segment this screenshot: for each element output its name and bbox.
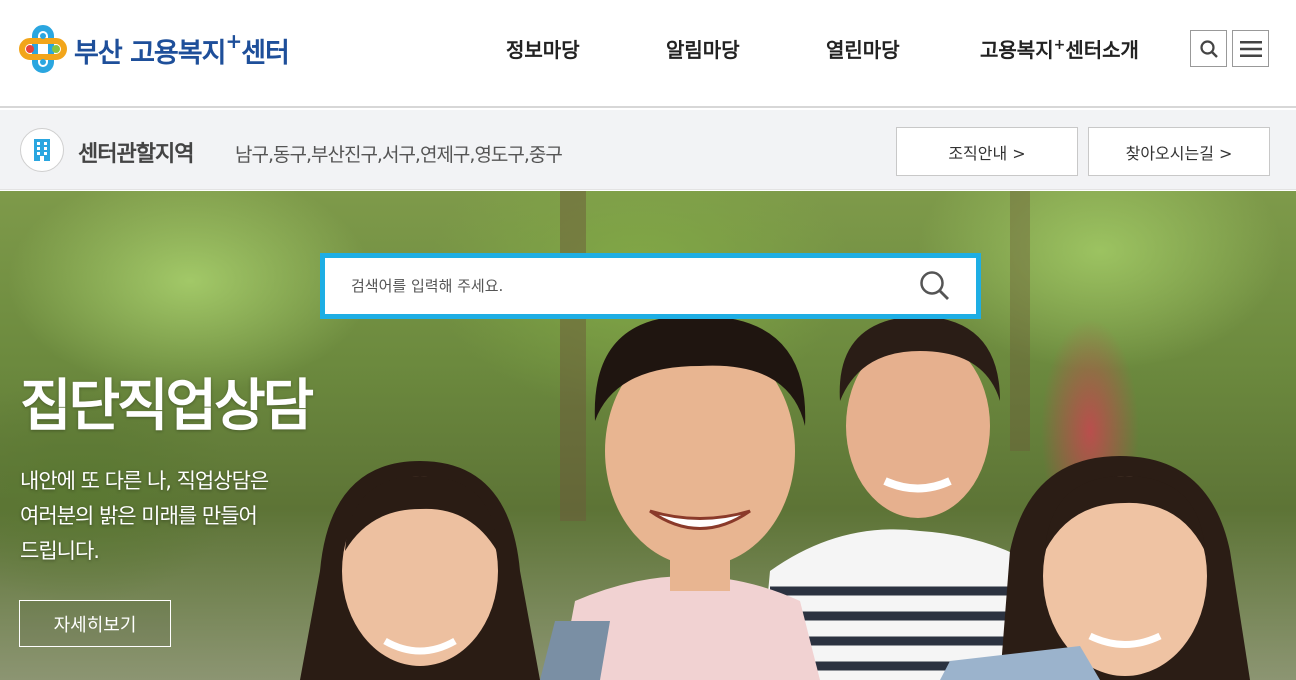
hamburger-menu-icon <box>1239 40 1262 57</box>
search-input[interactable] <box>351 272 891 300</box>
logo-text-main: 부산 고용복지 <box>74 37 226 69</box>
organization-button[interactable]: 조직안내 > <box>896 127 1078 176</box>
nav-item-center-intro-label: 고용복지 <box>980 38 1054 62</box>
logo-cross-icon <box>18 24 68 74</box>
hero-detail-button[interactable]: 자세히보기 <box>19 600 171 647</box>
nav-item-notice[interactable]: 알림마당 <box>666 34 740 63</box>
logo-text-plus: + <box>225 28 242 53</box>
nav-item-center-intro-plus: + <box>1053 37 1066 53</box>
hero-banner: 집단직업상담 내안에 또 다른 나, 직업상담은 여러분의 밝은 미래를 만들어… <box>0 191 1296 680</box>
center-area-title: 센터관할지역 <box>78 142 194 167</box>
hero-description-line: 여러분의 밝은 미래를 만들어 <box>20 504 258 528</box>
site-logo[interactable]: 부산 고용복지+센터 <box>18 24 290 74</box>
hero-description-line: 내안에 또 다른 나, 직업상담은 <box>20 469 269 493</box>
directions-button[interactable]: 찾아오시는길 > <box>1088 127 1270 176</box>
building-icon <box>20 128 64 172</box>
site-header: 부산 고용복지+센터 정보마당 알림마당 열린마당 고용복지+센터소개 <box>0 0 1296 108</box>
header-menu-button[interactable] <box>1232 30 1269 67</box>
hero-description-line: 드립니다. <box>20 539 100 563</box>
main-search-box <box>320 253 981 319</box>
search-submit-button[interactable] <box>918 269 952 303</box>
nav-item-info[interactable]: 정보마당 <box>506 34 580 63</box>
hero-title: 집단직업상담 <box>20 374 314 439</box>
search-icon <box>920 271 949 300</box>
nav-item-center-intro-tail: 센터소개 <box>1065 38 1139 62</box>
center-area-bar: 센터관할지역 남구,동구,부산진구,서구,연제구,영도구,중구 조직안내 > 찾… <box>0 110 1296 190</box>
search-icon <box>1199 39 1218 58</box>
logo-text-tail: 센터 <box>241 37 290 69</box>
header-search-button[interactable] <box>1190 30 1227 67</box>
nav-item-center-intro[interactable]: 고용복지+센터소개 <box>980 34 1139 63</box>
center-area-list: 남구,동구,부산진구,서구,연제구,영도구,중구 <box>235 144 563 166</box>
logo-text: 부산 고용복지+센터 <box>74 28 290 70</box>
hero-description: 내안에 또 다른 나, 직업상담은 여러분의 밝은 미래를 만들어 드립니다. <box>20 464 340 569</box>
nav-item-open[interactable]: 열린마당 <box>826 34 900 63</box>
